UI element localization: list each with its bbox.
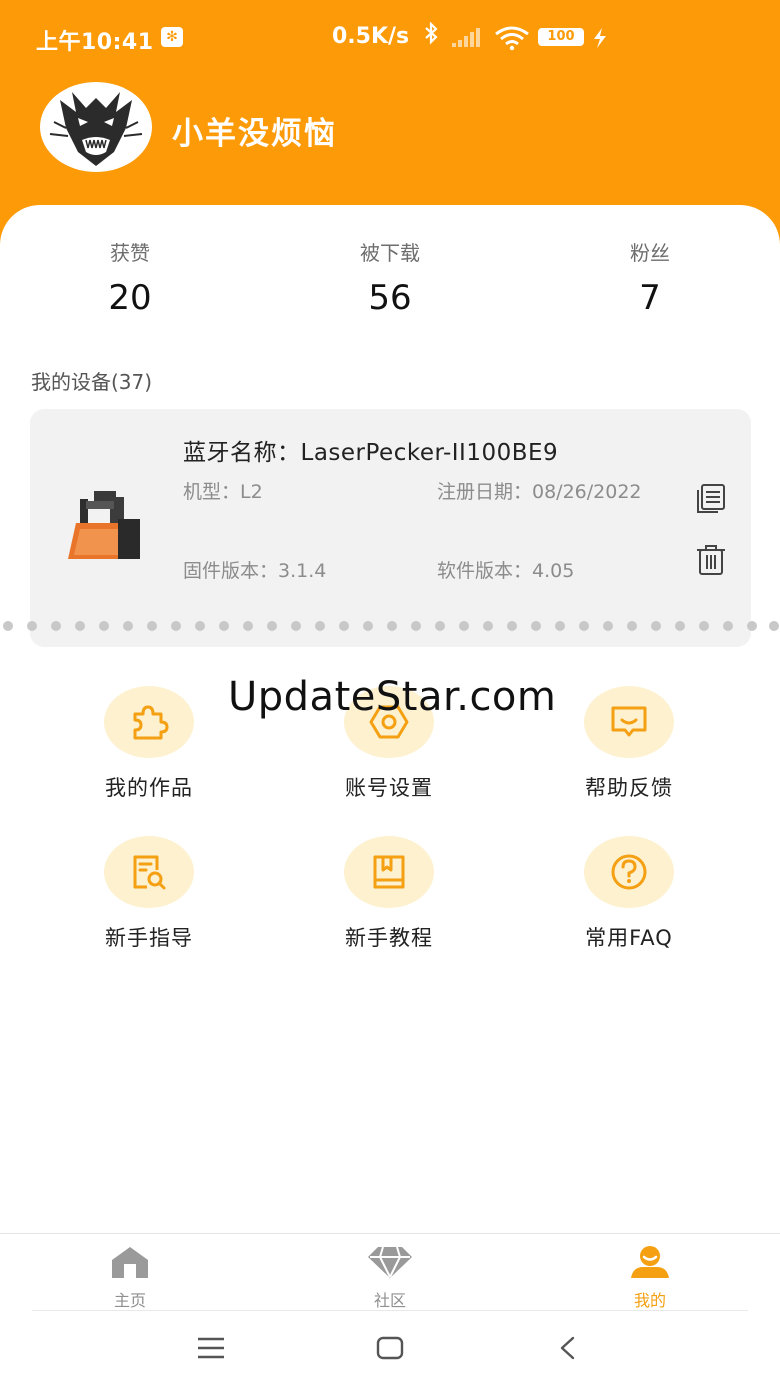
tab-mine[interactable]: 我的	[590, 1244, 710, 1311]
menu-icon-circle	[104, 686, 194, 758]
stat-downloads[interactable]: 被下载 56	[310, 237, 470, 318]
username: 小羊没烦恼	[172, 116, 337, 152]
laser-device-image	[68, 491, 140, 559]
wolf-avatar-icon	[42, 84, 150, 170]
home-button-icon[interactable]	[375, 1335, 405, 1361]
device-firmware-version: 固件版本：3.1.4	[183, 560, 327, 582]
home-icon	[112, 1247, 148, 1278]
network-speed: 0.5K/s	[332, 24, 410, 49]
stat-likes[interactable]: 获赞 20	[50, 237, 210, 318]
copy-icon[interactable]	[694, 481, 728, 515]
menu-faq[interactable]: 常用FAQ	[549, 836, 709, 952]
menu-label: 新手教程	[345, 926, 433, 950]
watermark-text: UpdateStar.com	[228, 674, 557, 720]
menu-help-feedback[interactable]: 帮助反馈	[549, 686, 709, 802]
device-model: 机型：L2	[183, 481, 263, 503]
stat-fans[interactable]: 粉丝 7	[570, 237, 730, 318]
diamond-icon	[368, 1246, 412, 1278]
charging-icon	[594, 28, 606, 48]
menu-icon-circle	[584, 836, 674, 908]
stat-value: 56	[368, 278, 412, 318]
device-register-date: 注册日期：08/26/2022	[437, 481, 642, 503]
trash-icon[interactable]	[694, 543, 728, 577]
page-indicator-dots	[3, 621, 779, 631]
profile-icon	[631, 1246, 669, 1278]
feedback-icon	[611, 706, 647, 737]
status-icons	[425, 22, 529, 51]
question-icon	[611, 854, 647, 890]
status-time: 上午10:41	[36, 30, 154, 55]
menu-label: 新手指导	[105, 926, 193, 950]
system-navigation-bar	[0, 1311, 780, 1386]
menu-label: 帮助反馈	[585, 776, 673, 800]
tutorial-book-icon	[373, 855, 405, 889]
stat-value: 7	[639, 278, 661, 318]
menu-label: 常用FAQ	[585, 926, 673, 950]
notification-gear-icon: ✻	[161, 27, 183, 47]
battery-indicator: 100	[538, 28, 584, 46]
avatar[interactable]	[40, 82, 152, 172]
menu-icon-circle	[104, 836, 194, 908]
menu-icon[interactable]	[196, 1336, 226, 1360]
tab-community[interactable]: 社区	[330, 1244, 450, 1311]
tab-label: 社区	[373, 1291, 406, 1310]
menu-my-works[interactable]: 我的作品	[69, 686, 229, 802]
menu-label: 账号设置	[345, 776, 433, 800]
device-card[interactable]: 蓝牙名称：LaserPecker-II100BE9 机型：L2 注册日期：08/…	[30, 409, 751, 647]
menu-icon-circle	[344, 836, 434, 908]
tab-home[interactable]: 主页	[70, 1244, 190, 1311]
device-software-version: 软件版本：4.05	[437, 560, 575, 582]
puzzle-icon	[133, 705, 169, 740]
tab-label: 主页	[113, 1291, 146, 1310]
back-icon[interactable]	[556, 1335, 580, 1361]
bottom-tab-bar: 主页 社区 我的	[0, 1233, 780, 1311]
device-bluetooth-name: 蓝牙名称：LaserPecker-II100BE9	[183, 440, 559, 466]
devices-section-title: 我的设备(37)	[31, 370, 153, 394]
menu-label: 我的作品	[105, 776, 193, 800]
tab-label: 我的	[633, 1291, 666, 1310]
menu-beginner-guide[interactable]: 新手指导	[69, 836, 229, 952]
stat-value: 20	[108, 278, 152, 318]
guide-search-icon	[133, 855, 166, 890]
menu-beginner-tutorial[interactable]: 新手教程	[309, 836, 469, 952]
stat-label: 被下载	[360, 241, 420, 265]
stat-label: 粉丝	[630, 241, 670, 265]
menu-icon-circle	[584, 686, 674, 758]
status-bar: 上午10:41 ✻ 0.5K/s 100	[0, 0, 780, 72]
stat-label: 获赞	[110, 241, 150, 265]
